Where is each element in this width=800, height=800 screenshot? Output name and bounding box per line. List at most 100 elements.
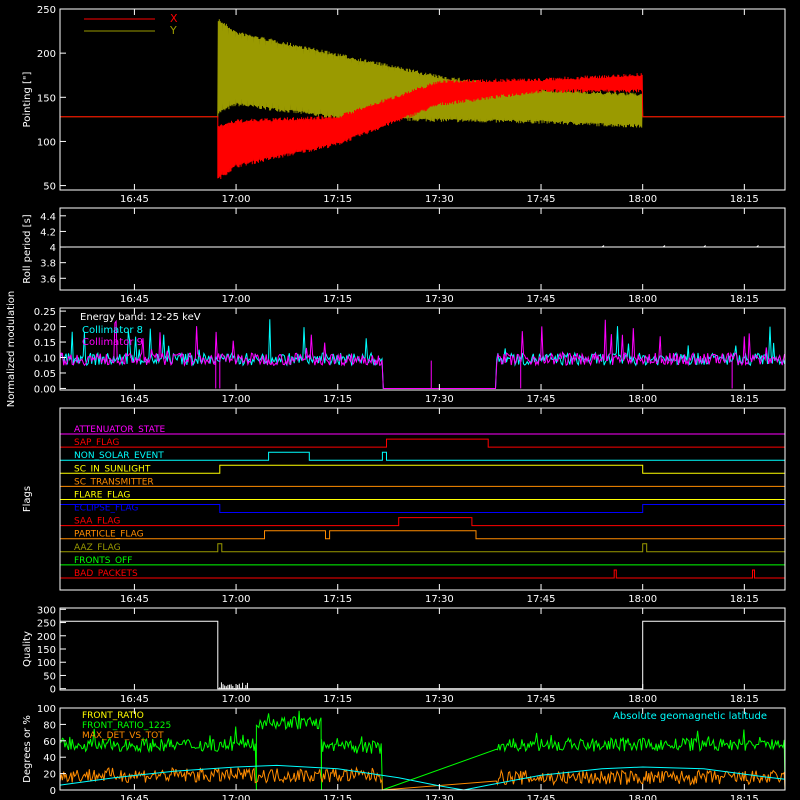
series-collimator-8-line xyxy=(59,319,786,389)
flag-label: NON_SOLAR_EVENT xyxy=(74,451,164,461)
x-tick-label: 17:15 xyxy=(323,594,352,605)
y-tick-label: 20 xyxy=(43,770,56,781)
x-tick-label: 17:00 xyxy=(222,794,251,800)
x-tick-label: 17:45 xyxy=(527,594,556,605)
x-tick-label: 17:45 xyxy=(527,394,556,405)
y-tick-label: 4.2 xyxy=(40,227,56,238)
panel-frame-quality xyxy=(59,607,786,691)
y-tick-label: 50 xyxy=(43,671,56,682)
x-tick-label: 16:45 xyxy=(120,394,149,405)
legend-label: Collimator 8 xyxy=(82,325,143,336)
x-tick-label: 18:15 xyxy=(730,794,759,800)
y-tick-label: 0.05 xyxy=(34,369,56,380)
y-axis-label: Flags xyxy=(22,486,33,512)
y-tick-label: 0 xyxy=(50,685,56,696)
flag-label: ATTENUATOR_STATE xyxy=(74,425,166,435)
flag-label: FRONTS_OFF xyxy=(74,556,132,566)
x-tick-label: 17:00 xyxy=(222,594,251,605)
y-tick-label: 100 xyxy=(37,137,56,148)
flag-label: SAP_FLAG xyxy=(74,438,119,448)
y-tick-label: 0.00 xyxy=(34,384,56,395)
y-axis-label: Quality xyxy=(22,631,33,667)
flag-line-aaz_flag xyxy=(60,543,785,553)
x-tick-label: 17:15 xyxy=(323,394,352,405)
x-tick-label: 17:00 xyxy=(222,394,251,405)
x-tick-label: 17:45 xyxy=(527,794,556,800)
y-tick-label: 250 xyxy=(37,5,56,16)
flag-label: SAA_FLAG xyxy=(74,517,120,527)
x-tick-label: 18:15 xyxy=(730,294,759,305)
x-tick-label: 17:30 xyxy=(425,294,454,305)
x-tick-label: 17:15 xyxy=(323,694,352,705)
x-tick-label: 17:45 xyxy=(527,194,556,205)
flag-line-non_solar_event xyxy=(60,451,785,461)
x-tick-label: 18:15 xyxy=(730,694,759,705)
x-tick-label: 18:00 xyxy=(628,194,657,205)
panel-frame-roll xyxy=(59,207,786,291)
x-tick-label: 16:45 xyxy=(120,594,149,605)
y-tick-label: 4.4 xyxy=(40,212,56,223)
x-tick-label: 17:15 xyxy=(323,294,352,305)
x-tick-label: 16:45 xyxy=(120,794,149,800)
y-tick-label: 200 xyxy=(37,632,56,643)
y-tick-label: 250 xyxy=(37,619,56,630)
flag-label: AAZ_FLAG xyxy=(74,543,121,553)
y-tick-label: 0 xyxy=(50,786,56,797)
quality-line xyxy=(60,620,785,690)
x-tick-label: 18:00 xyxy=(628,794,657,800)
series-max-det-vs-tot-line xyxy=(59,766,786,791)
x-tick-label: 18:15 xyxy=(730,194,759,205)
y-tick-label: 100 xyxy=(37,704,56,715)
y-tick-label: 60 xyxy=(43,737,56,748)
y-tick-label: 3.6 xyxy=(40,274,56,285)
flag-label: ECLIPSE_FLAG xyxy=(74,504,138,514)
flag-line-sc_in_sunlight xyxy=(60,464,785,474)
legend-label: Y xyxy=(169,24,177,37)
y-tick-label: 4 xyxy=(50,243,56,254)
series-x-line xyxy=(60,73,785,180)
flag-line-eclipse_flag xyxy=(59,504,786,513)
flag-label: PARTICLE_FLAG xyxy=(74,530,144,540)
legend-label: MAX_DET_VS_TOT xyxy=(82,731,164,741)
x-tick-label: 18:00 xyxy=(628,394,657,405)
y-tick-label: 0.10 xyxy=(34,354,56,365)
flag-label: BAD_PACKETS xyxy=(74,569,138,579)
y-tick-label: 100 xyxy=(37,658,56,669)
flag-line-particle_flag xyxy=(60,530,785,540)
y-tick-label: 150 xyxy=(37,645,56,656)
y-axis-label: Pointing ["] xyxy=(22,71,33,127)
x-tick-label: 16:45 xyxy=(120,194,149,205)
x-tick-label: 17:00 xyxy=(222,294,251,305)
flag-line-sap_flag xyxy=(60,438,785,448)
y-axis-label: Degrees or % xyxy=(22,715,33,783)
x-tick-label: 16:45 xyxy=(120,294,149,305)
legend-label: FRONT_RATIO_1225 xyxy=(82,721,171,731)
x-tick-label: 18:00 xyxy=(628,594,657,605)
y-axis-label: Normalized modulation xyxy=(6,291,17,408)
y-tick-label: 0.15 xyxy=(34,338,56,349)
x-tick-label: 17:30 xyxy=(425,194,454,205)
x-tick-label: 17:30 xyxy=(425,794,454,800)
x-tick-label: 17:45 xyxy=(527,294,556,305)
x-tick-label: 18:00 xyxy=(628,294,657,305)
x-tick-label: 18:15 xyxy=(730,394,759,405)
flag-line-bad_packets xyxy=(60,569,785,579)
y-tick-label: 0.25 xyxy=(34,307,56,318)
chart-canvas: XY16:45 17:00 17:15 17:30 17:45 18:00 18:15Poi… xyxy=(6,5,786,800)
y-tick-label: 3.8 xyxy=(40,259,56,270)
y-tick-label: 300 xyxy=(37,605,56,616)
x-tick-label: 17:30 xyxy=(425,694,454,705)
x-tick-label: 17:45 xyxy=(527,694,556,705)
y-tick-label: 80 xyxy=(43,720,56,731)
flag-label: SC_IN_SUNLIGHT xyxy=(74,464,151,474)
y-tick-label: 40 xyxy=(43,753,56,764)
y-tick-label: 0.20 xyxy=(34,323,56,334)
flag-line-saa_flag xyxy=(60,517,785,527)
x-tick-label: 16:45 xyxy=(120,694,149,705)
x-tick-label: 18:15 xyxy=(730,594,759,605)
y-axis-label: Roll period [s] xyxy=(22,214,33,283)
x-tick-label: 17:30 xyxy=(425,594,454,605)
flag-label: FLARE_FLAG xyxy=(74,490,130,500)
x-tick-label: 17:15 xyxy=(323,194,352,205)
legend-label: Collimator 9 xyxy=(82,337,143,348)
